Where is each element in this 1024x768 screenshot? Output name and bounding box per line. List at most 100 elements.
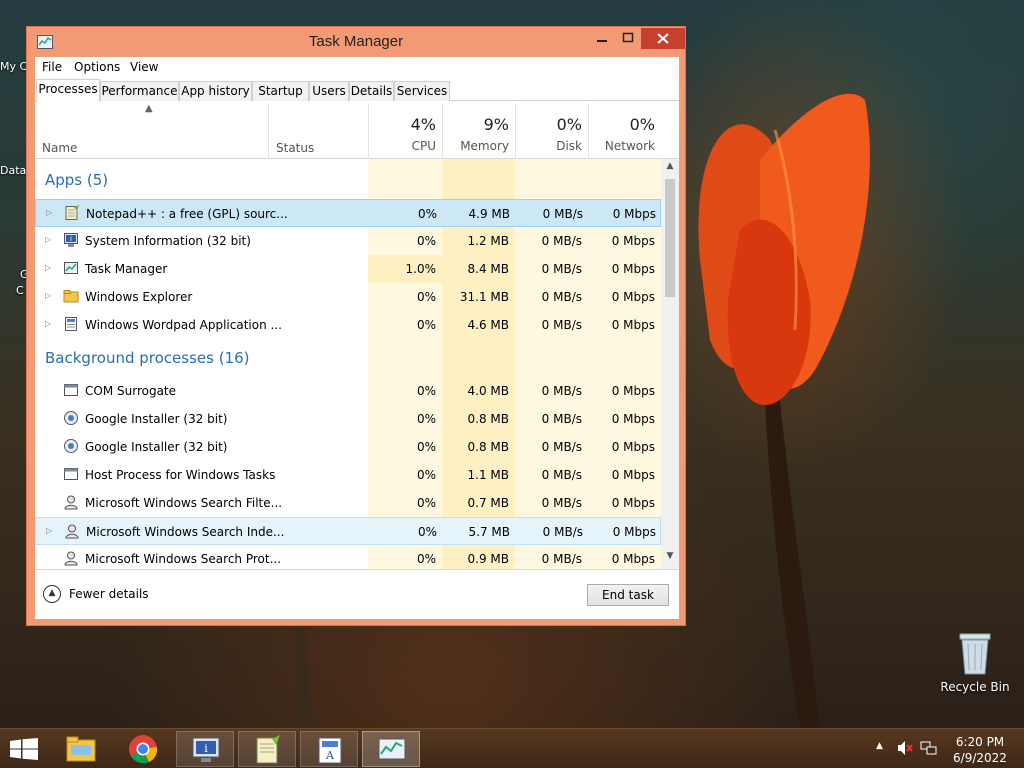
network-icon[interactable] bbox=[920, 740, 938, 756]
taskbar-system-information[interactable]: i bbox=[176, 731, 234, 767]
scroll-up-icon[interactable]: ▲ bbox=[661, 161, 679, 177]
tab-performance[interactable]: Performance bbox=[100, 81, 179, 101]
process-memory: 0.7 MB bbox=[467, 496, 509, 510]
taskbar-file-explorer[interactable] bbox=[52, 731, 110, 767]
process-row[interactable]: ▷ Windows Explorer 0% 31.1 MB 0 MB/s 0 Mbps bbox=[35, 283, 661, 311]
menu-options[interactable]: Options bbox=[74, 60, 120, 74]
process-name: Windows Explorer bbox=[85, 290, 193, 304]
process-row[interactable]: Microsoft Windows Search Prot... 0% 0.9 MB… bbox=[35, 545, 661, 569]
expand-arrow-icon[interactable]: ▷ bbox=[45, 291, 51, 300]
recycle-bin[interactable]: Recycle Bin bbox=[940, 630, 1010, 694]
tab-services[interactable]: Services bbox=[394, 81, 450, 101]
tab-app-history[interactable]: App history bbox=[179, 81, 252, 101]
tab-users[interactable]: Users bbox=[309, 81, 349, 101]
column-name[interactable]: ▲ Name bbox=[35, 103, 268, 159]
cpu-total-percent: 4% bbox=[410, 115, 436, 134]
tab-details[interactable]: Details bbox=[349, 81, 394, 101]
clock[interactable]: 6:20 PM 6/9/2022 bbox=[950, 734, 1010, 766]
taskbar-notepadpp[interactable] bbox=[238, 731, 296, 767]
folder-icon bbox=[63, 288, 79, 304]
process-name: Microsoft Windows Search Inde... bbox=[86, 525, 285, 539]
expand-arrow-icon[interactable]: ▷ bbox=[46, 208, 52, 217]
process-row[interactable]: Host Process for Windows Tasks 0% 1.1 MB 0 … bbox=[35, 461, 661, 489]
column-network[interactable]: 0% Network bbox=[588, 103, 661, 159]
show-hidden-icons-icon[interactable]: ▲ bbox=[876, 741, 883, 751]
wordpad-icon bbox=[63, 316, 79, 332]
search-user-icon bbox=[63, 494, 79, 510]
process-disk: 0 MB/s bbox=[541, 318, 582, 332]
window-process-icon bbox=[63, 466, 79, 482]
process-name: Google Installer (32 bit) bbox=[85, 412, 228, 426]
process-disk: 0 MB/s bbox=[541, 234, 582, 248]
task-manager-icon bbox=[63, 260, 79, 276]
process-network: 0 Mbps bbox=[612, 525, 656, 539]
process-memory: 8.4 MB bbox=[467, 262, 509, 276]
process-row[interactable]: Microsoft Windows Search Filte... 0% 0.7 M… bbox=[35, 489, 661, 517]
column-cpu[interactable]: 4% CPU bbox=[368, 103, 442, 159]
menu-view[interactable]: View bbox=[130, 60, 158, 74]
file-explorer-icon bbox=[66, 736, 96, 762]
expand-arrow-icon[interactable]: ▷ bbox=[45, 263, 51, 272]
minimize-icon bbox=[597, 40, 607, 42]
process-row[interactable]: ▷ Windows Wordpad Application ... 0% 4.6 MB… bbox=[35, 311, 661, 339]
process-network: 0 Mbps bbox=[611, 384, 655, 398]
vertical-scrollbar[interactable]: ▲ ▼ bbox=[661, 159, 679, 569]
close-icon bbox=[657, 33, 669, 44]
process-network: 0 Mbps bbox=[611, 318, 655, 332]
tab-processes[interactable]: Processes bbox=[36, 79, 100, 102]
process-cpu: 1.0% bbox=[405, 262, 437, 276]
tab-startup[interactable]: Startup bbox=[252, 81, 309, 101]
expand-arrow-icon[interactable]: ▷ bbox=[45, 319, 51, 328]
process-row[interactable]: ▷ Task Manager 1.0% 8.4 MB 0 MB/s 0 Mbps bbox=[35, 255, 661, 283]
process-memory: 5.7 MB bbox=[468, 525, 510, 539]
process-network: 0 Mbps bbox=[612, 207, 656, 221]
volume-muted-icon[interactable] bbox=[896, 740, 914, 756]
svg-text:A: A bbox=[325, 749, 335, 762]
taskbar-chrome[interactable] bbox=[114, 731, 172, 767]
chevron-up-icon: ▲ bbox=[43, 585, 61, 603]
desktop-icon-data[interactable]: Data bbox=[0, 164, 26, 177]
network-column-label: Network bbox=[604, 139, 655, 153]
title-bar[interactable]: Task Manager bbox=[27, 27, 685, 57]
column-status-label: Status bbox=[276, 141, 315, 155]
process-network: 0 Mbps bbox=[611, 290, 655, 304]
process-disk: 0 MB/s bbox=[542, 525, 583, 539]
group-apps: Apps (5) bbox=[45, 171, 109, 189]
desktop-icon-c[interactable]: C bbox=[16, 284, 24, 297]
column-status[interactable]: Status bbox=[268, 103, 368, 159]
process-cpu: 0% bbox=[416, 496, 436, 510]
minimize-button[interactable] bbox=[589, 28, 615, 49]
process-disk: 0 MB/s bbox=[541, 468, 582, 482]
close-button[interactable] bbox=[641, 28, 685, 49]
taskbar-wordpad[interactable]: A bbox=[300, 731, 358, 767]
maximize-button[interactable] bbox=[615, 28, 641, 49]
menu-file[interactable]: File bbox=[42, 60, 62, 74]
scroll-thumb[interactable] bbox=[665, 179, 675, 297]
expand-arrow-icon[interactable]: ▷ bbox=[46, 526, 52, 535]
process-row[interactable]: ▷ Notepad++ : a free (GPL) sourc... 0% 4.9 … bbox=[35, 199, 661, 227]
notepadpp-icon bbox=[64, 205, 80, 221]
process-row[interactable]: COM Surrogate 0% 4.0 MB 0 MB/s 0 Mbps bbox=[35, 377, 661, 405]
cpu-column-label: CPU bbox=[411, 139, 436, 153]
desktop-icon-label: Data bbox=[0, 164, 27, 177]
process-cpu: 0% bbox=[416, 468, 436, 482]
scroll-down-icon[interactable]: ▼ bbox=[661, 551, 679, 567]
process-row[interactable]: Google Installer (32 bit) 0% 0.8 MB 0 MB/s 0… bbox=[35, 405, 661, 433]
desktop-icon-my-computer[interactable]: My C bbox=[0, 60, 27, 73]
end-task-button[interactable]: End task bbox=[587, 584, 669, 606]
tab-bar: Processes Performance App history Startu… bbox=[35, 79, 679, 102]
windows-start-icon[interactable] bbox=[10, 738, 38, 760]
column-memory[interactable]: 9% Memory bbox=[442, 103, 515, 159]
process-row[interactable]: Google Installer (32 bit) 0% 0.8 MB 0 MB/s 0… bbox=[35, 433, 661, 461]
task-manager-window: Task Manager File Options View Processes… bbox=[26, 26, 686, 626]
column-disk[interactable]: 0% Disk bbox=[515, 103, 588, 159]
process-row[interactable]: ▷ i System Information (32 bit) 0% 1.2 MB 0 M… bbox=[35, 227, 661, 255]
process-name: Google Installer (32 bit) bbox=[85, 440, 228, 454]
process-row[interactable]: ▷ Microsoft Windows Search Inde... 0% 5.7 M… bbox=[35, 517, 661, 545]
desktop-icon-label: C bbox=[16, 284, 24, 297]
taskbar-task-manager[interactable] bbox=[362, 731, 420, 767]
chrome-icon bbox=[129, 735, 158, 764]
process-disk: 0 MB/s bbox=[541, 412, 582, 426]
expand-arrow-icon[interactable]: ▷ bbox=[45, 235, 51, 244]
task-manager-icon bbox=[378, 738, 406, 760]
